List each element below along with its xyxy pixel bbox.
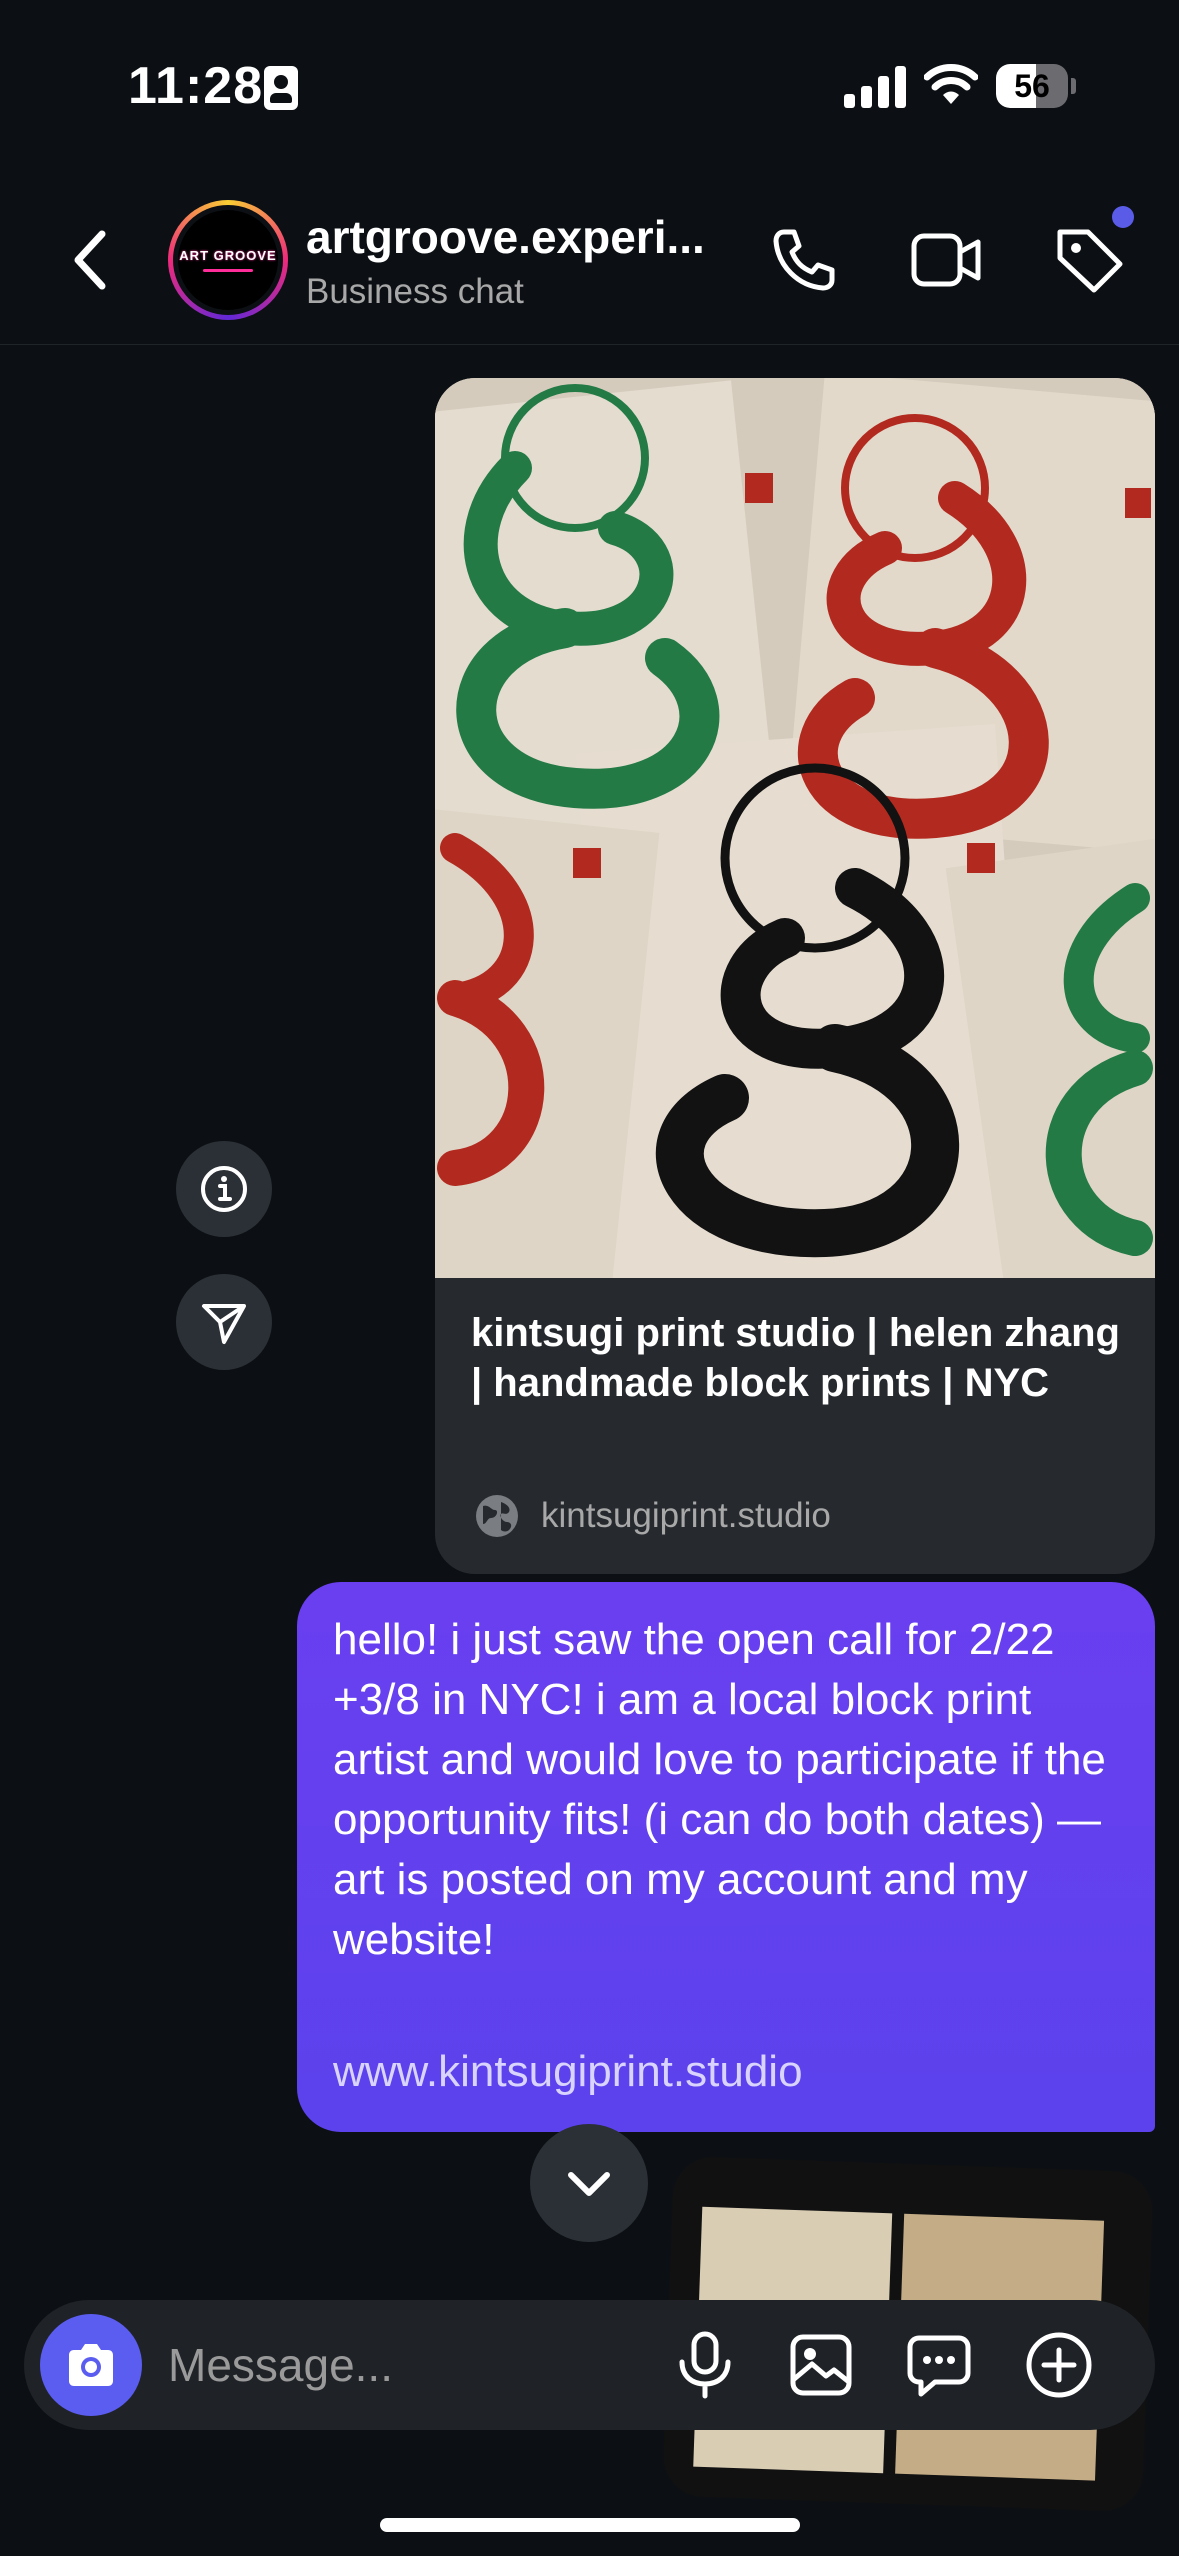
shared-link-card[interactable]: kintsugi print studio | helen zhang | ha… — [435, 378, 1155, 1574]
image-icon — [790, 2334, 852, 2396]
chat-title[interactable]: artgroove.experi... — [306, 210, 705, 264]
battery-level: 56 — [1014, 68, 1050, 104]
share-button[interactable] — [176, 1274, 272, 1370]
microphone-button[interactable] — [664, 2324, 746, 2406]
video-camera-icon[interactable] — [908, 222, 984, 298]
contact-card-icon — [264, 66, 298, 110]
globe-icon — [476, 1495, 518, 1537]
notification-dot — [1112, 206, 1134, 228]
status-bar: 11:28 56 — [0, 0, 1179, 170]
cellular-signal-icon — [844, 64, 906, 108]
message-link[interactable]: www.kintsugiprint.studio — [333, 2042, 803, 2102]
microphone-icon — [679, 2331, 731, 2399]
message-input[interactable] — [168, 2330, 668, 2400]
chat-subtitle: Business chat — [306, 272, 524, 311]
message-composer — [24, 2300, 1155, 2430]
message-text: hello! i just saw the open call for 2/22… — [333, 1615, 1106, 1964]
home-indicator[interactable] — [380, 2518, 800, 2532]
gallery-button[interactable] — [780, 2324, 862, 2406]
avatar[interactable]: ART GROOVE — [168, 200, 288, 320]
chevron-down-icon — [568, 2172, 610, 2196]
shared-link-image — [435, 378, 1155, 1278]
camera-button[interactable] — [40, 2314, 142, 2416]
chevron-left-icon[interactable] — [60, 220, 120, 300]
scroll-to-bottom-button[interactable] — [530, 2124, 648, 2242]
message-bubble[interactable]: hello! i just saw the open call for 2/22… — [297, 1582, 1155, 2132]
battery-indicator: 56 — [996, 64, 1076, 108]
info-icon — [201, 1166, 247, 1212]
phone-icon[interactable] — [766, 222, 842, 298]
send-icon — [202, 1304, 246, 1344]
shared-link-title: kintsugi print studio | helen zhang | ha… — [471, 1311, 1120, 1405]
camera-icon — [69, 2344, 113, 2386]
status-time: 11:28 — [128, 57, 264, 115]
tag-icon[interactable] — [1052, 222, 1128, 298]
shared-link-domain-row: kintsugiprint.studio — [473, 1490, 831, 1542]
shared-link-domain: kintsugiprint.studio — [541, 1496, 831, 1535]
chat-header: ART GROOVE artgroove.experi... Business … — [0, 170, 1179, 345]
chat-bubble-icon — [907, 2335, 971, 2397]
sticker-button[interactable] — [898, 2324, 980, 2406]
more-button[interactable] — [1018, 2324, 1100, 2406]
wifi-icon — [924, 64, 978, 104]
avatar-logo: ART GROOVE — [179, 248, 277, 263]
plus-circle-icon — [1026, 2332, 1092, 2398]
info-button[interactable] — [176, 1141, 272, 1237]
